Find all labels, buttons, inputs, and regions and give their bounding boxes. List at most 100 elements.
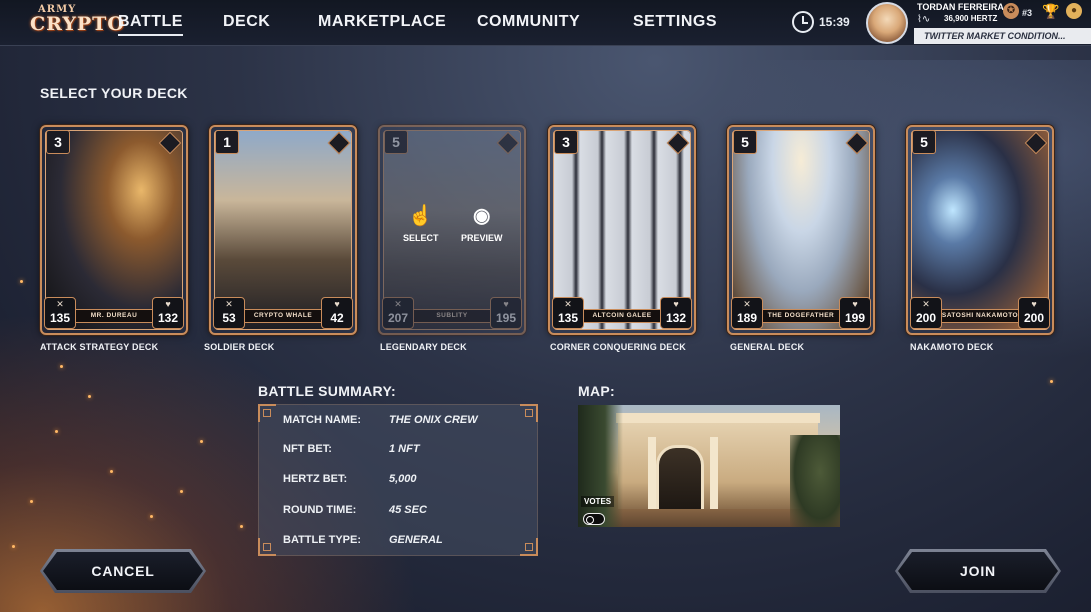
select-deck-title: SELECT YOUR DECK — [40, 85, 188, 101]
map-palm — [578, 405, 623, 527]
swords-icon: ✕ — [56, 299, 64, 309]
spark — [240, 525, 243, 528]
heart-icon: ♥ — [334, 299, 340, 309]
join-button[interactable]: JOIN — [898, 552, 1058, 590]
votes-label: VOTES — [581, 496, 615, 507]
deck-card-nakamoto[interactable]: 5 SATOSHI NAKAMOTO ✕ 200 ♥ 200 — [906, 125, 1054, 335]
select-card-button[interactable]: ☝ SELECT — [403, 205, 439, 243]
attack-value: 200 — [915, 311, 937, 325]
round-time-value: 45 SEC — [389, 504, 427, 516]
player-rank: #3 — [1022, 8, 1033, 18]
attack-value: 207 — [387, 311, 409, 325]
nav-marketplace[interactable]: MARKETPLACE — [318, 13, 446, 31]
health-value: 199 — [844, 311, 866, 325]
swords-icon: ✕ — [394, 299, 402, 309]
spark — [180, 490, 183, 493]
ornament-corner — [520, 538, 538, 556]
attack-stat: ✕ 135 — [44, 297, 76, 329]
deck-card-general[interactable]: 5 THE DOGEFATHER ✕ 189 ♥ 199 — [727, 125, 875, 335]
spark — [30, 500, 33, 503]
deck-card-corner-conquering[interactable]: 3 ALTCOIN GALEE ✕ 135 ♥ 132 — [548, 125, 696, 335]
health-value: 132 — [665, 311, 687, 325]
swords-icon: ✕ — [564, 299, 572, 309]
attack-value: 189 — [736, 311, 758, 325]
deck-label-legendary: LEGENDARY DECK — [380, 342, 467, 352]
ornament-corner — [258, 538, 276, 556]
card-name: THE DOGEFATHER — [761, 309, 841, 323]
card-name: SATOSHI NAKAMOTO — [940, 309, 1020, 323]
spark — [150, 515, 153, 518]
battle-map-preview[interactable]: VOTES — [578, 405, 840, 527]
card-cost: 1 — [215, 130, 239, 154]
health-stat: ♥ 132 — [152, 297, 184, 329]
health-stat: ♥ 132 — [660, 297, 692, 329]
battle-summary-panel: MATCH NAME: THE ONIX CREW NFT BET: 1 NFT… — [258, 404, 538, 556]
card-name: MR. DUREAU — [74, 309, 154, 323]
nav-community[interactable]: COMMUNITY — [477, 13, 580, 31]
swords-icon: ✕ — [922, 299, 930, 309]
spark — [12, 545, 15, 548]
heart-icon: ♥ — [852, 299, 858, 309]
nft-bet-label: NFT BET: — [283, 443, 332, 455]
nft-bet-value: 1 NFT — [389, 443, 420, 455]
attack-stat: ✕ 53 — [213, 297, 245, 329]
pointer-hand-icon: ☝ — [408, 205, 434, 227]
health-stat: ♥ 199 — [839, 297, 871, 329]
deck-card-attack-strategy[interactable]: 3 MR. DUREAU ✕ 135 ♥ 132 — [40, 125, 188, 335]
health-stat: ♥ 195 — [490, 297, 522, 329]
deck-label-nakamoto: NAKAMOTO DECK — [910, 342, 994, 352]
clock-icon — [792, 11, 814, 33]
hertz-bet-label: HERTZ BET: — [283, 473, 348, 485]
trophy-icon[interactable]: 🏆 — [1042, 3, 1059, 19]
map-entrance — [656, 445, 704, 509]
vote-toggle[interactable] — [583, 513, 605, 525]
coin-icon[interactable]: ● — [1066, 3, 1082, 19]
spark — [55, 430, 58, 433]
market-ticker[interactable]: TWITTER MARKET CONDITION... — [914, 28, 1091, 44]
card-name: CRYPTO WHALE — [243, 309, 323, 323]
attack-stat: ✕ 207 — [382, 297, 414, 329]
nav-deck[interactable]: DECK — [223, 13, 270, 31]
card-cost: 5 — [912, 130, 936, 154]
deck-card-soldier[interactable]: 1 CRYPTO WHALE ✕ 53 ♥ 42 — [209, 125, 357, 335]
preview-card-button[interactable]: ◉ PREVIEW — [461, 205, 503, 243]
deck-label-general: GENERAL DECK — [730, 342, 805, 352]
map-roof — [616, 413, 820, 423]
swords-icon: ✕ — [225, 299, 233, 309]
hertz-bet-value: 5,000 — [389, 473, 417, 485]
attack-value: 135 — [49, 311, 71, 325]
spark — [88, 395, 91, 398]
ornament-corner — [258, 404, 276, 422]
spark — [60, 365, 63, 368]
logo-line2: CRYPTO — [30, 13, 125, 35]
pulse-icon: ⌇∿ — [917, 14, 931, 25]
health-stat: ♥ 200 — [1018, 297, 1050, 329]
card-cost: 3 — [46, 130, 70, 154]
match-name-value: THE ONIX CREW — [389, 414, 478, 426]
medal-icon: ✪ — [1003, 3, 1019, 19]
nav-settings[interactable]: SETTINGS — [633, 13, 717, 31]
map-tree — [790, 435, 840, 527]
ornament-corner — [520, 404, 538, 422]
swords-icon: ✕ — [743, 299, 751, 309]
eye-icon: ◉ — [473, 205, 491, 227]
health-value: 195 — [495, 311, 517, 325]
spark — [1050, 380, 1053, 383]
attack-value: 135 — [557, 311, 579, 325]
deck-card-legendary[interactable]: 5 SUBLITY ✕ 207 ♥ 195 — [378, 125, 526, 335]
hertz-balance: 36,900 HERTZ — [944, 14, 998, 23]
deck-label-attack-strategy: ATTACK STRATEGY DECK — [40, 342, 159, 352]
map-title: MAP: — [578, 383, 615, 399]
heart-icon: ♥ — [673, 299, 679, 309]
cancel-button[interactable]: CANCEL — [43, 552, 203, 590]
health-stat: ♥ 42 — [321, 297, 353, 329]
spark — [200, 440, 203, 443]
health-value: 132 — [157, 311, 179, 325]
health-value: 42 — [330, 311, 344, 325]
nav-battle[interactable]: BATTLE — [118, 13, 183, 36]
match-name-label: MATCH NAME: — [283, 414, 362, 426]
health-value: 200 — [1023, 311, 1045, 325]
app-logo[interactable]: ARMY CRYPTO — [30, 5, 125, 41]
attack-stat: ✕ 135 — [552, 297, 584, 329]
avatar[interactable] — [866, 2, 908, 44]
